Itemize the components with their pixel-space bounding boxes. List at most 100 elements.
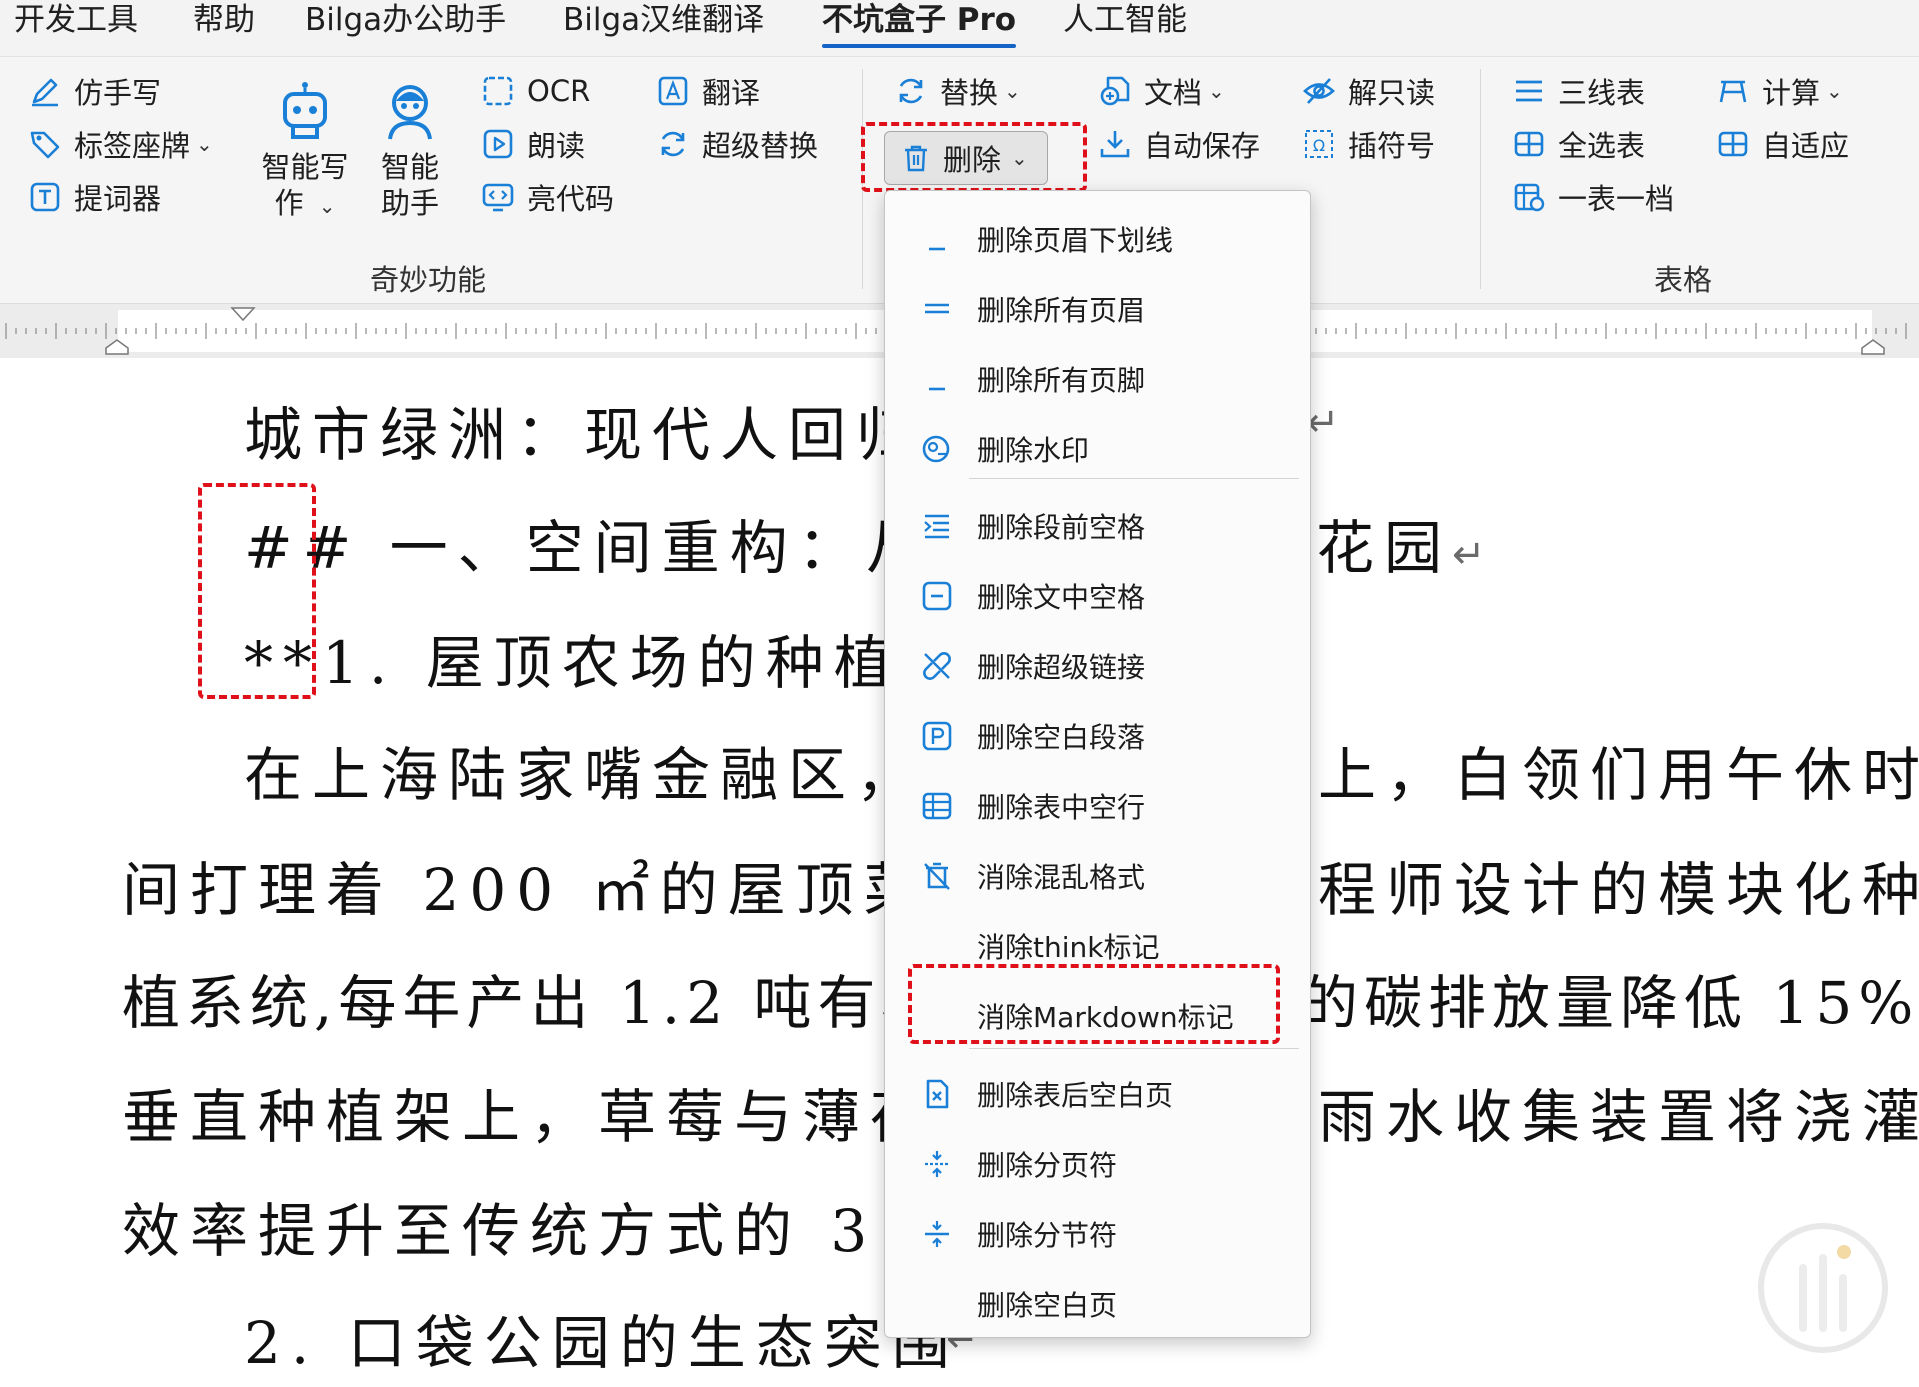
doc-body-line: 雨水收集装置将浇灌 [1318,1070,1919,1154]
read-aloud-button[interactable]: 朗读 [481,121,585,167]
teleprompter-label: 提词器 [74,182,162,216]
tag-icon [28,127,62,161]
robot-icon [273,79,337,143]
highlight-code-button[interactable]: 亮代码 [481,174,614,220]
delete-dropdown-menu[interactable]: 删除页眉下划线 删除所有页眉 删除所有页脚 删除水印 删除段前空格 删除文中空格… [884,190,1311,1338]
autofit-button[interactable]: 自适应 [1716,121,1849,167]
tab-bukeng-box-pro[interactable]: 不坑盒子 Pro [822,0,1017,48]
doc-heading-line-end: 花园↵ [1316,501,1486,585]
menu-item-remove-blank-paragraphs[interactable]: 删除空白段落 [885,704,1310,768]
doc-text: 1. 屋顶农场的种植革 [322,629,970,697]
translate-button[interactable]: 翻译 [656,68,760,114]
doc-text: 的碳排放量降低 15%。 [1300,969,1919,1037]
calc-icon [1716,74,1750,108]
svg-text:Ω: Ω [1313,136,1325,155]
autosave-label: 自动保存 [1144,129,1261,163]
menu-item-remove-all-headers[interactable]: 删除所有页眉 [885,277,1310,341]
calculate-button[interactable]: 计算 ⌄ [1716,68,1843,114]
menu-item-remove-inline-spaces[interactable]: 删除文中空格 [885,564,1310,628]
footer-icon [919,361,955,397]
tag-seat-button[interactable]: 标签座牌 ⌄ [28,121,213,167]
paragraph-mark: ↵ [1306,400,1340,446]
menu-item-remove-empty-table-rows[interactable]: 删除表中空行 [885,774,1310,838]
one-table-one-file-button[interactable]: 一表一档 [1512,174,1674,220]
doc-body-line: 程师设计的模块化种 [1318,843,1919,927]
select-table-icon [1512,127,1546,161]
menu-item-clear-messy-format[interactable]: 消除混乱格式 [885,844,1310,908]
tab-help[interactable]: 帮助 [193,0,255,42]
clear-format-icon [919,858,955,894]
doc-body-line: 在上海陆家嘴金融区，3 [244,728,971,812]
menu-item-remove-watermark[interactable]: 删除水印 [885,417,1310,481]
select-all-tables-button[interactable]: 全选表 [1512,121,1645,167]
doc-text: 植系统,每年产出 1.2 吨有机 [122,969,946,1037]
highlight-code-label: 亮代码 [527,182,615,216]
menu-item-remove-leading-spaces[interactable]: 删除段前空格 [885,494,1310,558]
menu-item-remove-header-underline[interactable]: 删除页眉下划线 [885,207,1310,271]
group-label-wonderful: 奇妙功能 [370,263,487,297]
remove-readonly-button[interactable]: 解只读 [1302,68,1435,114]
unlink-icon [919,648,955,684]
ocr-button[interactable]: OCR [481,68,590,114]
chevron-down-icon: ⌄ [318,194,336,218]
menu-item-remove-hyperlinks[interactable]: 删除超级链接 [885,634,1310,698]
handwriting-label: 仿手写 [74,76,162,110]
smart-assistant-button[interactable]: 智能 助手 [370,79,450,221]
smart-assistant-label-2: 助手 [380,186,439,220]
super-replace-button[interactable]: 超级替换 [656,121,818,167]
three-line-table-button[interactable]: 三线表 [1512,68,1645,114]
menu-item-remove-blank-page-after-table[interactable]: 删除表后空白页 [885,1062,1310,1126]
handwriting-button[interactable]: 仿手写 [28,68,161,114]
minus-box-icon [919,578,955,614]
replace-label: 替换 [940,76,999,110]
refresh-icon [656,127,690,161]
tab-bilga-office[interactable]: Bilga办公助手 [305,0,506,42]
doc-subheading-line: **1. 屋顶农场的种植革 [244,616,970,700]
tab-bilga-translate[interactable]: Bilga汉维翻译 [563,0,764,42]
autosave-button[interactable]: 自动保存 [1098,121,1260,167]
watermark-logo-icon [1758,1223,1888,1353]
watermark-icon [919,431,955,467]
calculate-label: 计算 [1762,76,1821,110]
doc-text: 2. 口袋公园的生态突围 [244,1309,960,1377]
download-icon [1098,127,1132,161]
tab-ai[interactable]: 人工智能 [1063,0,1187,42]
doc-subheading-line: 2. 口袋公园的生态突围 [244,1296,960,1380]
pen-icon [28,74,62,108]
smart-write-button[interactable]: 智能写 作 ⌄ [255,79,355,224]
insert-symbol-button[interactable]: Ω 插符号 [1302,121,1435,167]
ocr-label: OCR [527,74,591,108]
menu-item-remove-all-footers[interactable]: 删除所有页脚 [885,347,1310,411]
highlight-box [861,122,1087,192]
group-label-table: 表格 [1654,263,1713,297]
underline-icon [919,221,955,257]
document-button[interactable]: 文档 ⌄ [1098,68,1225,114]
chevron-down-icon: ⌄ [1004,79,1021,103]
doc-text: 花园 [1316,514,1453,582]
autofit-label: 自适应 [1762,129,1850,163]
tab-developer[interactable]: 开发工具 [14,0,138,42]
smart-write-label-1: 智能写 [261,150,349,184]
remove-readonly-label: 解只读 [1348,76,1436,110]
doc-body-line: 植系统,每年产出 1.2 吨有机 [122,956,946,1040]
menu-item-remove-blank-pages[interactable]: 删除空白页 [885,1272,1310,1336]
smart-assistant-label-1: 智能 [380,150,439,184]
header-lines-icon [919,291,955,327]
one-table-icon [1512,180,1546,214]
teleprompter-button[interactable]: 提词器 [28,174,161,220]
eye-off-icon [1302,74,1336,108]
smart-write-label-2: 作 [274,186,304,220]
menu-item-remove-page-breaks[interactable]: 删除分页符 [885,1132,1310,1196]
translate-icon [656,74,690,108]
autofit-icon [1716,127,1750,161]
menu-divider [969,1048,1299,1049]
replace-button[interactable]: 替换 ⌄ [894,68,1021,114]
doc-text: 城市绿洲：现代人回归 [244,401,925,469]
menu-item-remove-section-breaks[interactable]: 删除分节符 [885,1202,1310,1266]
tag-seat-label: 标签座牌 [74,129,191,163]
doc-title-line: 城市绿洲：现代人回归 [244,388,924,472]
document-label: 文档 [1144,76,1203,110]
three-line-label: 三线表 [1558,76,1646,110]
ribbon-tab-bar: 开发工具 帮助 Bilga办公助手 Bilga汉维翻译 不坑盒子 Pro 人工智… [0,0,1919,57]
menu-divider [969,478,1299,479]
